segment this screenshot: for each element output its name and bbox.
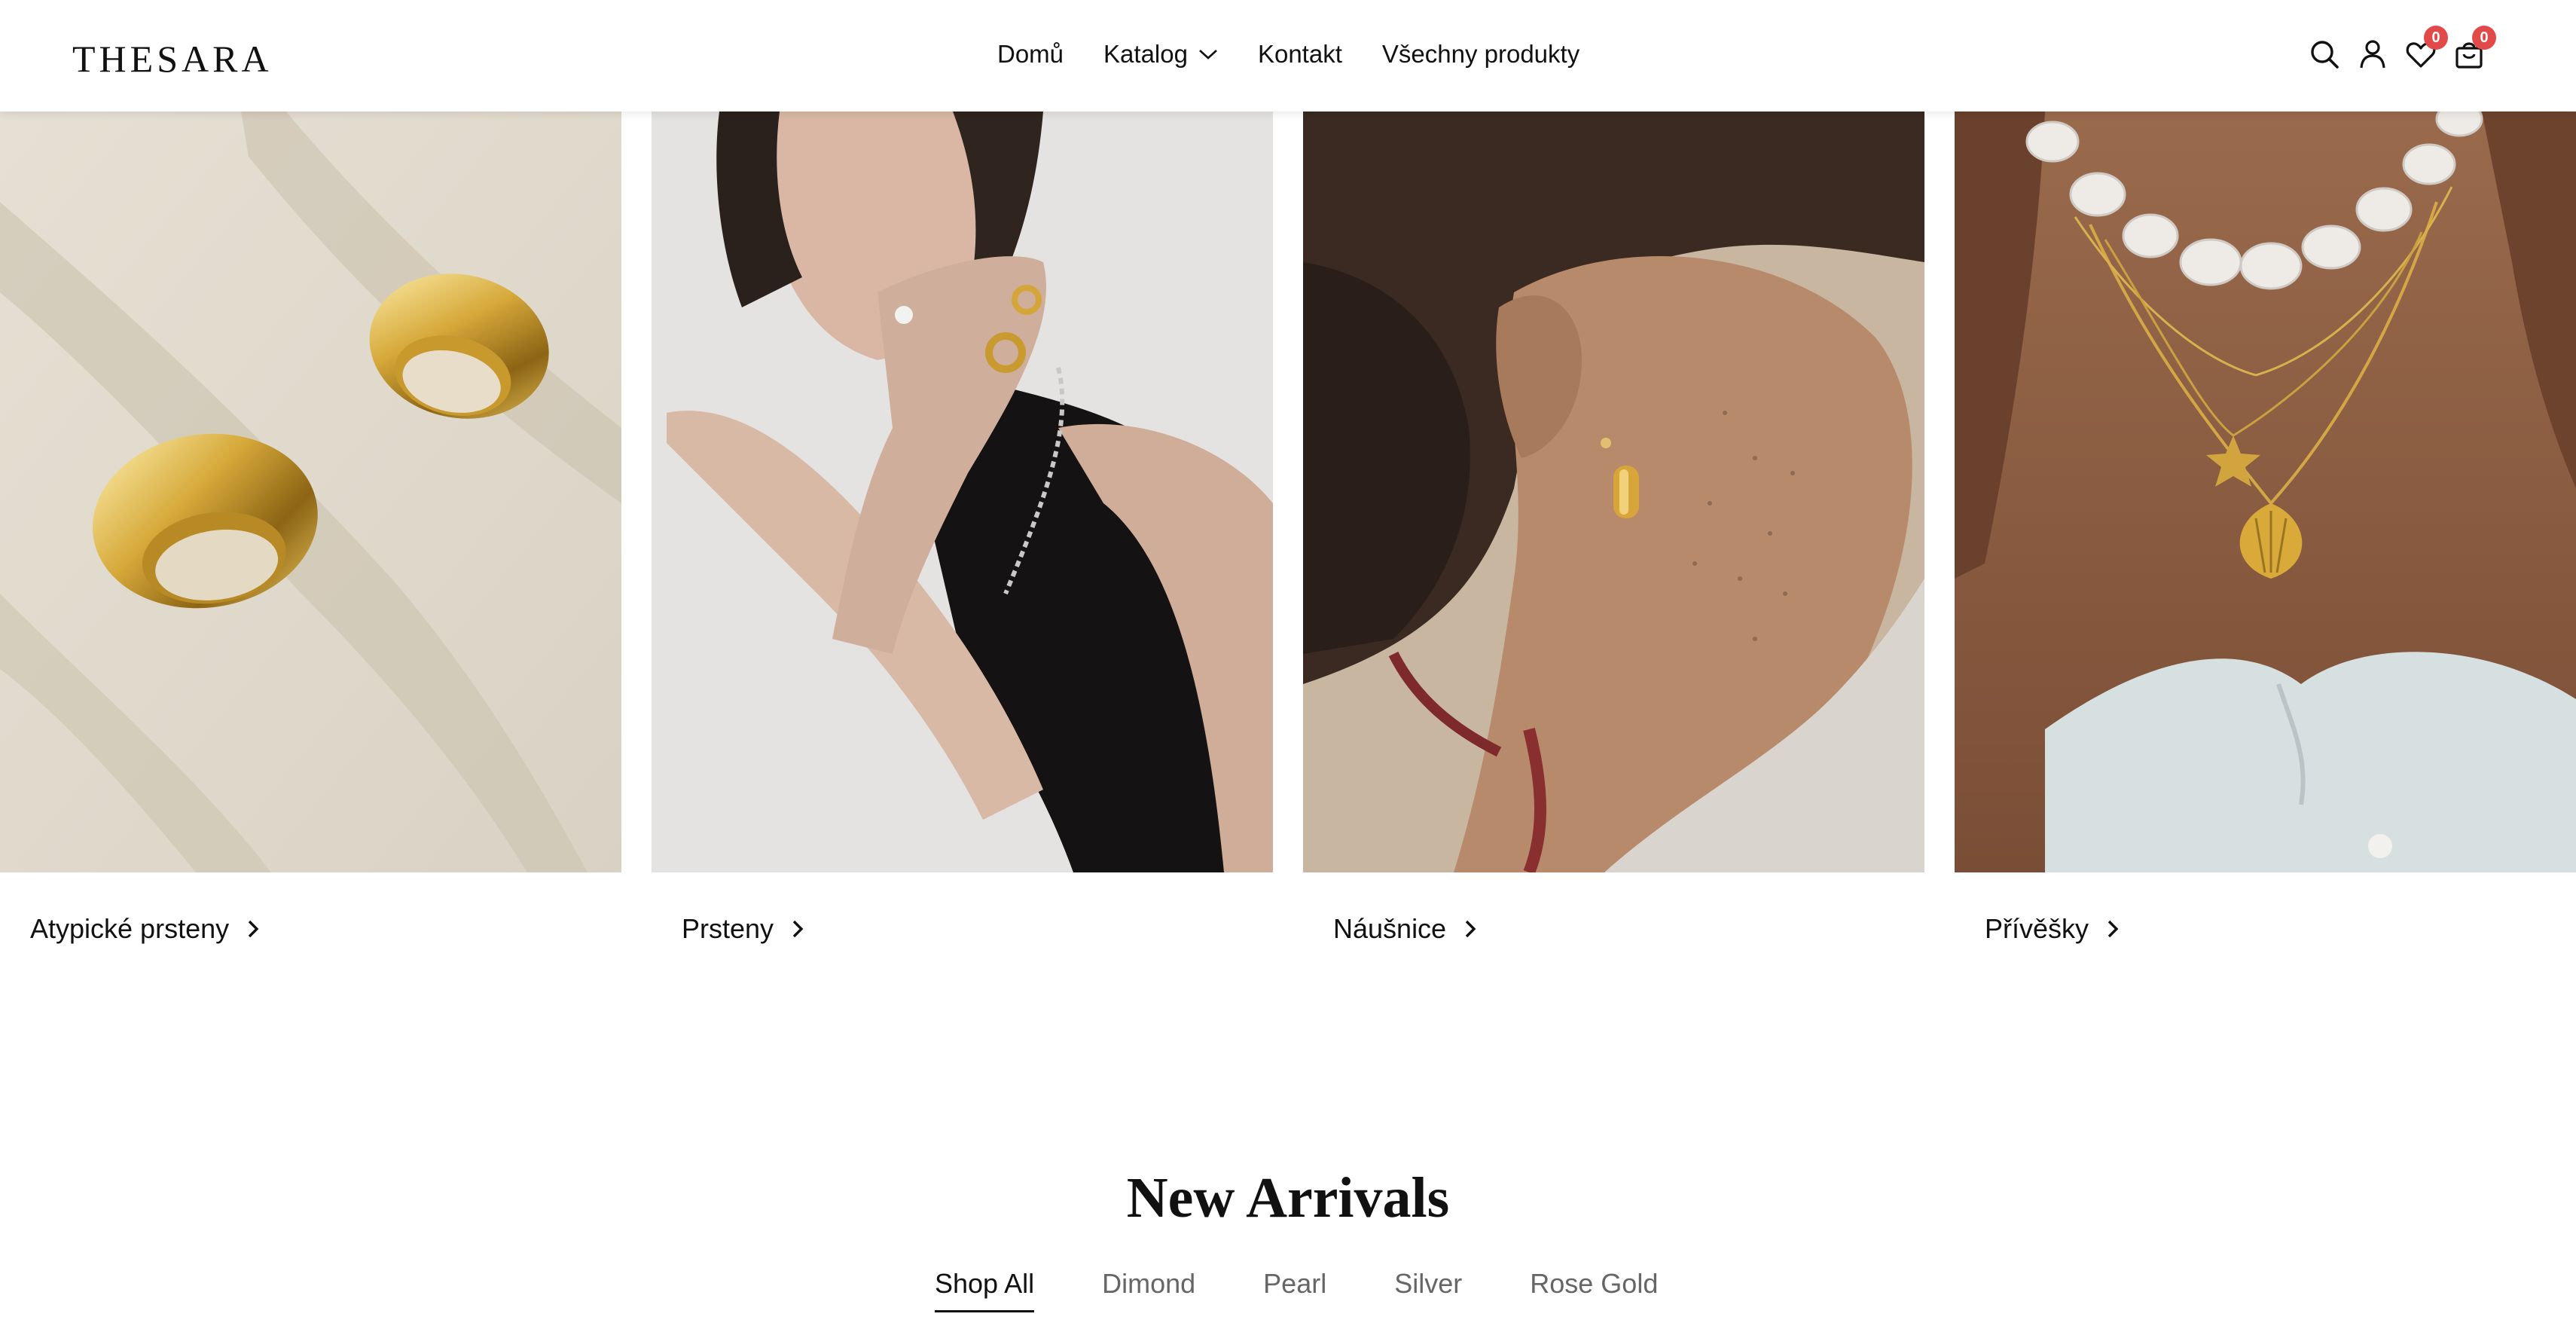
category-tile-atypical-rings[interactable] <box>0 112 621 872</box>
category-image-pendants <box>1955 112 2576 872</box>
search-button[interactable] <box>2306 36 2343 72</box>
chevron-right-icon <box>792 920 804 938</box>
main-nav: Domů Katalog Kontakt Všechny produkty <box>997 33 1579 75</box>
category-link-rings[interactable]: Prsteny <box>682 910 805 948</box>
wishlist-count-badge: 0 <box>2424 26 2448 50</box>
chevron-right-icon <box>1465 920 1476 938</box>
tab-dimond[interactable]: Dimond <box>1102 1263 1195 1308</box>
account-button[interactable] <box>2355 36 2391 72</box>
header-icons: 0 0 <box>2306 26 2499 77</box>
tab-shop-all[interactable]: Shop All <box>935 1263 1035 1312</box>
category-link-atypical-rings[interactable]: Atypické prsteny <box>30 910 261 948</box>
nav-item-all-products[interactable]: Všechny produkty <box>1382 33 1579 75</box>
wishlist-button[interactable]: 0 <box>2403 26 2448 72</box>
nav-item-label: Kontakt <box>1257 40 1342 68</box>
nav-item-catalog[interactable]: Katalog <box>1103 33 1218 75</box>
tab-rose-gold[interactable]: Rose Gold <box>1530 1263 1658 1308</box>
category-link-pendants[interactable]: Přívěšky <box>1985 910 2120 948</box>
category-label: Přívěšky <box>1985 913 2089 944</box>
cart-count-badge: 0 <box>2472 26 2496 50</box>
category-tile-earrings[interactable] <box>1303 112 1924 872</box>
category-image-atypical-rings <box>0 112 621 872</box>
tab-silver[interactable]: Silver <box>1394 1263 1462 1308</box>
nav-item-label: Domů <box>997 40 1064 68</box>
category-image-earrings <box>1303 112 1924 872</box>
nav-item-home[interactable]: Domů <box>997 33 1064 75</box>
category-label: Atypické prsteny <box>30 913 230 944</box>
chevron-down-icon <box>1199 50 1217 60</box>
category-tile-rings[interactable] <box>652 112 1273 872</box>
nav-item-contact[interactable]: Kontakt <box>1258 33 1342 75</box>
nav-item-label: Všechny produkty <box>1381 40 1580 68</box>
category-image-rings <box>652 112 1273 872</box>
new-arrivals-title: New Arrivals <box>1126 1166 1450 1230</box>
site-logo[interactable]: THESARA <box>72 36 273 81</box>
search-icon <box>2311 41 2339 69</box>
site-header: THESARA Domů Katalog Kontakt Všechny pro… <box>0 0 2576 112</box>
account-icon <box>2360 40 2385 69</box>
category-label: Prsteny <box>682 913 774 944</box>
category-label: Náušnice <box>1333 913 1447 944</box>
new-arrivals-tabs: Shop All Dimond Pearl Silver Rose Gold <box>935 1263 1658 1312</box>
cart-button[interactable]: 0 <box>2451 26 2496 72</box>
tab-pearl[interactable]: Pearl <box>1263 1263 1326 1308</box>
nav-item-label: Katalog <box>1103 40 1188 68</box>
chevron-right-icon <box>2107 920 2119 938</box>
category-tile-pendants[interactable] <box>1955 112 2576 872</box>
category-link-earrings[interactable]: Náušnice <box>1333 910 1478 948</box>
category-grid <box>0 112 2576 872</box>
chevron-right-icon <box>248 920 259 938</box>
